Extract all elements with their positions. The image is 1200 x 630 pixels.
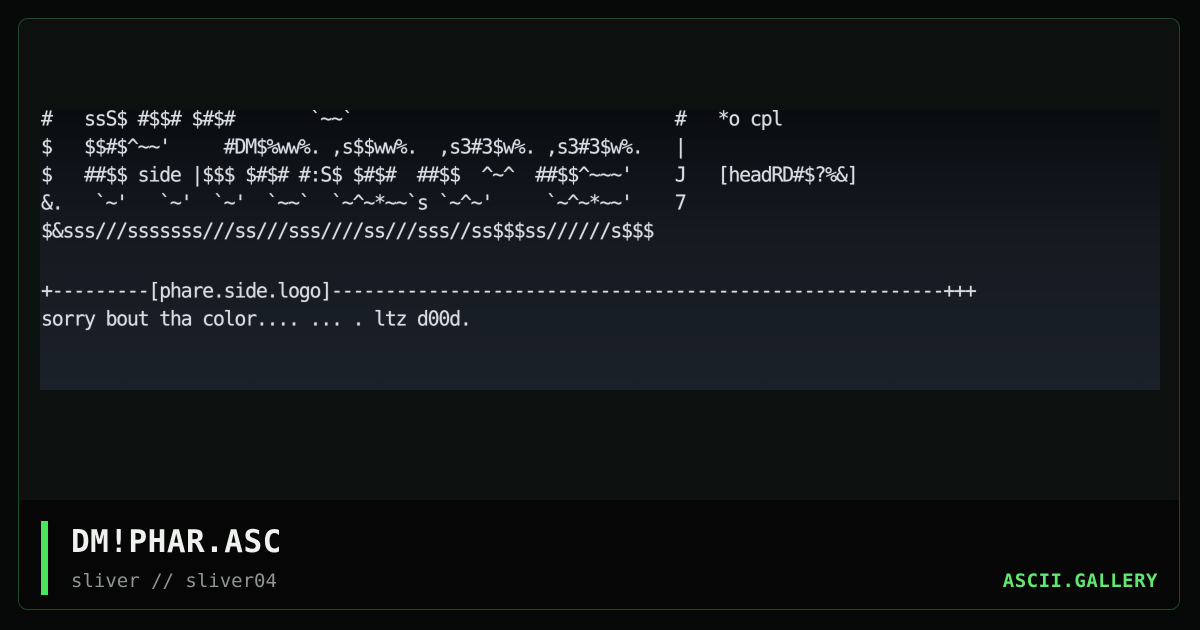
site-brand: ASCII.GALLERY xyxy=(1002,570,1158,592)
preview-card: # ssS$ #$$# $#$# `~~` # *o cpl $ $$#$^~~… xyxy=(18,18,1180,610)
accent-bar xyxy=(41,521,48,595)
ascii-art-line: # ssS$ #$$# $#$# `~~` # *o cpl xyxy=(41,110,783,131)
file-title: DM!PHAR.ASC xyxy=(71,524,282,560)
ascii-art-line: $ $$#$^~~' #DM$%ww%. ,s$$ww%. ,s3#3$w%. … xyxy=(41,134,687,159)
ascii-art-block: # ssS$ #$$# $#$# `~~` # *o cpl $ $$#$^~~… xyxy=(40,110,859,244)
ascii-art-footer: +---------[phare.side.logo]-------------… xyxy=(40,276,977,332)
ascii-art-note: sorry bout tha color.... ... . ltz d00d. xyxy=(41,306,472,331)
info-bar: DM!PHAR.ASC sliver // sliver04 ASCII.GAL… xyxy=(19,500,1179,609)
ascii-art-panel: # ssS$ #$$# $#$# `~~` # *o cpl $ $$#$^~~… xyxy=(40,110,1160,390)
ascii-art-logo-rule: +---------[phare.side.logo]-------------… xyxy=(41,278,977,303)
ascii-art-line: &. `~' `~' `~' `~~` `~^~*~~`s `~^~' `~^~… xyxy=(41,190,687,215)
ascii-art-line: $ ##$$ side |$$$ $#$# #:S$ $#$# ##$$ ^~^… xyxy=(41,162,859,187)
ascii-art-line: $&sss///sssssss///ss///sss////ss///sss//… xyxy=(41,218,655,243)
file-subtitle: sliver // sliver04 xyxy=(71,570,277,592)
